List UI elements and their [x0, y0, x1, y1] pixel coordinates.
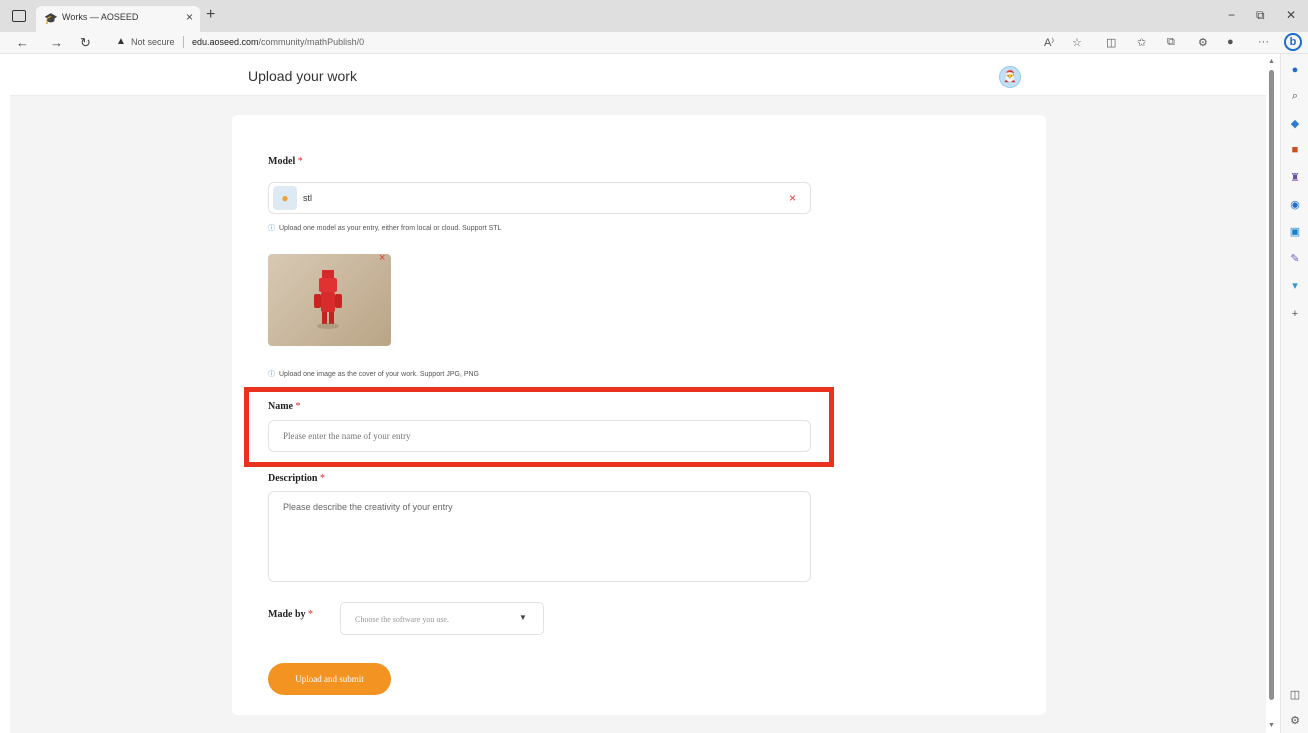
new-tab-button[interactable]: + — [206, 6, 215, 24]
cover-hint-text: Upload one image as the cover of your wo… — [279, 371, 479, 378]
model-label-text: Model — [268, 156, 296, 167]
address-divider — [183, 36, 184, 48]
browser-tab[interactable]: 🎓 Works — AOSEED × — [36, 6, 200, 32]
description-label: Description * — [268, 473, 325, 484]
info-icon: ⓘ — [268, 225, 275, 232]
software-select[interactable]: Choose the software you use. ▼ — [340, 602, 544, 635]
games-icon[interactable]: ♜ — [1288, 171, 1302, 184]
extensions-icon[interactable]: ⚙ — [1198, 36, 1208, 49]
required-mark: * — [308, 609, 313, 620]
address-bar: ← → ↻ ▲ Not secure edu.aoseed.com/commun… — [0, 32, 1308, 54]
more-menu-icon[interactable]: ··· — [1258, 36, 1269, 48]
close-window-button[interactable]: ✕ — [1286, 8, 1296, 22]
forward-arrow-icon[interactable]: → — [50, 35, 63, 50]
required-mark: * — [319, 473, 325, 484]
red-robot-figure-image — [314, 270, 342, 329]
name-input[interactable] — [268, 420, 811, 452]
tab-actions-icon[interactable] — [12, 10, 26, 22]
designer-icon[interactable]: ✎ — [1288, 252, 1302, 265]
collections-icon[interactable]: ⧉ — [1167, 36, 1175, 49]
upload-submit-button[interactable]: Upload and submit — [268, 663, 391, 695]
description-input[interactable] — [268, 491, 811, 582]
page-scrollbar[interactable]: ▲ ▼ — [1266, 54, 1280, 733]
scroll-up-arrow-icon[interactable]: ▲ — [1268, 58, 1275, 65]
graduation-cap-icon: 🎓 — [44, 13, 58, 25]
url-path: /community/mathPublish/0 — [258, 37, 365, 47]
favorites-icon[interactable]: ✩ — [1137, 36, 1146, 49]
back-arrow-icon[interactable]: ← — [16, 35, 29, 50]
model-hint-text: Upload one model as your entry, either f… — [279, 225, 502, 232]
warning-icon[interactable]: ▲ — [116, 36, 126, 47]
bing-chat-icon[interactable]: b — [1284, 33, 1302, 51]
cover-image — [268, 254, 391, 346]
cube-icon: ● — [273, 186, 297, 210]
description-label-text: Description — [268, 473, 318, 484]
read-aloud-icon[interactable]: A⁾ — [1044, 36, 1054, 49]
name-label-text: Name — [268, 401, 293, 412]
toolbox-icon[interactable]: ■ — [1288, 144, 1302, 156]
minimize-button[interactable]: − — [1228, 8, 1235, 22]
restore-button[interactable]: ⧉ — [1256, 8, 1265, 23]
upload-form: Model * ● stl × ⓘ Upload one model as you… — [232, 115, 1046, 715]
profile-icon[interactable]: ● — [1227, 36, 1234, 48]
bell-icon[interactable]: ● — [1288, 64, 1302, 76]
info-icon: ⓘ — [268, 371, 275, 378]
split-view-icon[interactable]: ◫ — [1288, 688, 1302, 701]
add-icon[interactable]: + — [1288, 308, 1302, 320]
url-field[interactable]: edu.aoseed.com/community/mathPublish/0 — [192, 37, 364, 47]
page-title: Upload your work — [248, 68, 357, 84]
required-mark: * — [295, 401, 301, 412]
outlook-icon[interactable]: ▣ — [1288, 225, 1302, 238]
made-by-label: Made by * — [268, 609, 313, 620]
software-select-placeholder: Choose the software you use. — [355, 615, 449, 624]
remove-model-button[interactable]: × — [789, 191, 796, 205]
tab-title: Works — AOSEED — [62, 12, 139, 22]
shopping-cart-icon[interactable]: ▾ — [1288, 279, 1302, 292]
favorite-star-icon[interactable]: ☆ — [1072, 36, 1082, 49]
refresh-icon[interactable]: ↻ — [80, 35, 91, 51]
page-content: Upload your work 🎅 Model * ● stl × ⓘ Uplo… — [10, 54, 1266, 733]
required-mark: * — [297, 156, 303, 167]
split-screen-icon[interactable]: ◫ — [1106, 36, 1116, 49]
made-by-label-text: Made by — [268, 609, 306, 620]
user-avatar[interactable]: 🎅 — [999, 66, 1021, 88]
cover-hint: ⓘ Upload one image as the cover of your w… — [268, 369, 479, 379]
edge-sidebar: ● ⌕ ◆ ■ ♜ ◉ ▣ ✎ ▾ + ◫ ⚙ — [1280, 54, 1308, 733]
caret-down-icon: ▼ — [519, 613, 527, 622]
model-upload-field[interactable]: ● stl × — [268, 182, 811, 214]
office-icon[interactable]: ◉ — [1288, 198, 1302, 211]
page-header: Upload your work 🎅 — [10, 54, 1266, 96]
scroll-down-arrow-icon[interactable]: ▼ — [1268, 722, 1275, 729]
settings-gear-icon[interactable]: ⚙ — [1288, 714, 1302, 727]
not-secure-label[interactable]: Not secure — [131, 37, 175, 47]
url-host: edu.aoseed.com — [192, 37, 259, 47]
model-label: Model * — [268, 156, 303, 167]
search-icon[interactable]: ⌕ — [1288, 90, 1302, 103]
scrollbar-thumb[interactable] — [1269, 70, 1274, 700]
remove-cover-button[interactable]: × — [379, 252, 385, 264]
model-hint: ⓘ Upload one model as your entry, either … — [268, 223, 501, 233]
model-file-name: stl — [303, 193, 312, 203]
name-label: Name * — [268, 401, 301, 412]
tab-bar: 🎓 Works — AOSEED × + − ⧉ ✕ — [0, 0, 1308, 32]
tab-close-button[interactable]: × — [186, 10, 193, 24]
shopping-tag-icon[interactable]: ◆ — [1288, 117, 1302, 130]
